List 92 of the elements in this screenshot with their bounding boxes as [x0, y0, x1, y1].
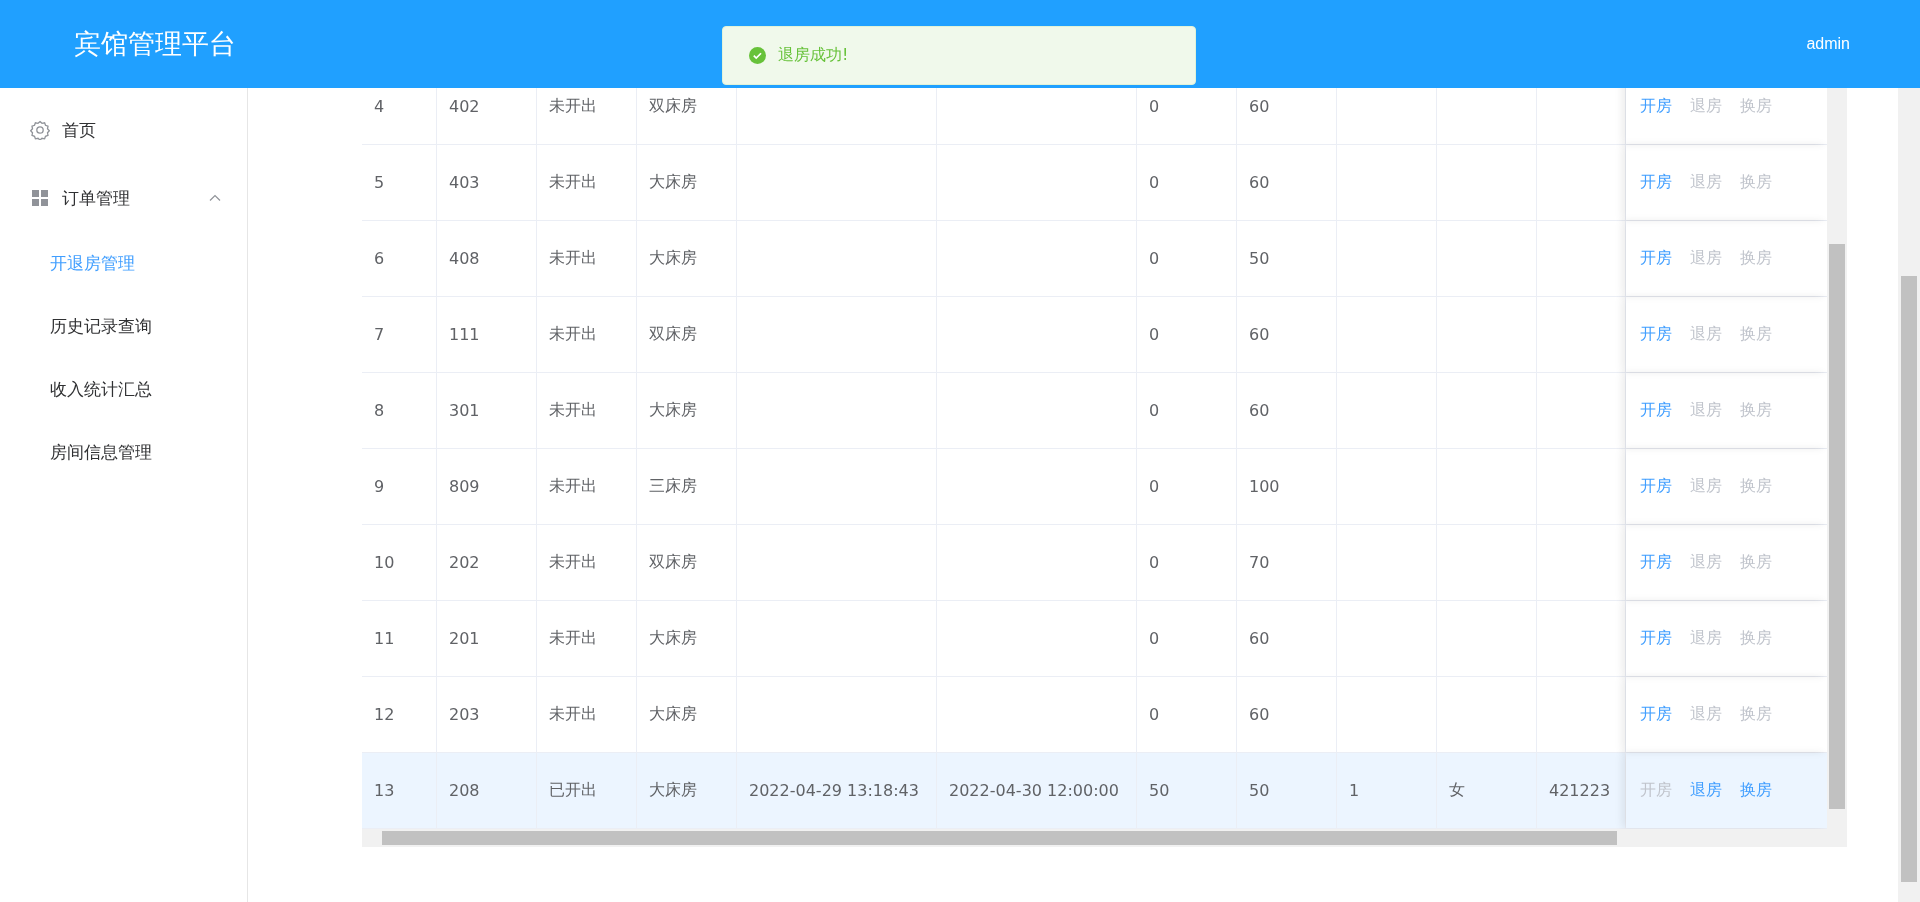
check-circle-icon [749, 47, 766, 64]
table-cell: 50 [1149, 781, 1170, 800]
table-cell: 9 [374, 477, 385, 496]
table-cell: 408 [449, 249, 480, 268]
caret-icon [209, 194, 221, 202]
table-cell: 大床房 [649, 780, 697, 801]
table-cell: 60 [1249, 325, 1270, 344]
table-cell: 60 [1249, 97, 1270, 116]
table-cell: 60 [1249, 705, 1270, 724]
table-cell: 已开出 [549, 780, 597, 801]
table-cell: 208 [449, 781, 480, 800]
action-link[interactable]: 开房 [1640, 552, 1672, 573]
table-cell: 13 [374, 781, 395, 800]
table-cell: 三床房 [649, 476, 697, 497]
table-cell: 8 [374, 401, 385, 420]
table-cell: 50 [1249, 249, 1270, 268]
table-cell: 202 [449, 553, 480, 572]
action-link[interactable]: 开房 [1640, 248, 1672, 269]
table-cell: 0 [1149, 173, 1160, 192]
table-cell: 未开出 [549, 172, 597, 193]
action-link[interactable]: 开房 [1640, 172, 1672, 193]
table-cell: 60 [1249, 629, 1270, 648]
table-cell: 大床房 [649, 628, 697, 649]
action-link[interactable]: 开房 [1640, 628, 1672, 649]
table-cell: 809 [449, 477, 480, 496]
table-cell: 60 [1249, 401, 1270, 420]
table-cell: 5 [374, 173, 385, 192]
app-title: 宾馆管理平台 [74, 27, 236, 61]
table-cell: 7 [374, 325, 385, 344]
table-cell: 双床房 [649, 324, 697, 345]
table-cell: 未开出 [549, 552, 597, 573]
action-link[interactable]: 开房 [1640, 476, 1672, 497]
menu-item[interactable]: 订单管理 [0, 164, 247, 232]
table-cell: 11 [374, 629, 395, 648]
submenu-item[interactable]: 收入统计汇总 [0, 358, 247, 421]
table-cell: 未开出 [549, 248, 597, 269]
table-cell: 0 [1149, 97, 1160, 116]
table-cell: 未开出 [549, 324, 597, 345]
table-cell: 大床房 [649, 248, 697, 269]
submenu-item[interactable]: 开退房管理 [0, 232, 247, 295]
table-cell: 0 [1149, 249, 1160, 268]
vertical-scrollbar[interactable] [1827, 88, 1847, 829]
action-link[interactable]: 换房 [1740, 780, 1772, 801]
table-cell: 2022-04-29 13:18:43 [749, 781, 919, 800]
table-cell: 10 [374, 553, 395, 572]
table-cell: 70 [1249, 553, 1270, 572]
table-cell: 0 [1149, 477, 1160, 496]
success-message: 退房成功! [722, 26, 1196, 85]
table-cell: 未开出 [549, 704, 597, 725]
table-cell: 421223 [1549, 781, 1611, 800]
table-cell: 1 [1349, 781, 1360, 800]
table-cell: 2022-04-30 12:00:00 [949, 781, 1119, 800]
action-link[interactable]: 开房 [1640, 324, 1672, 345]
table-cell: 大床房 [649, 400, 697, 421]
table-cell: 0 [1149, 401, 1160, 420]
action-link[interactable]: 退房 [1690, 780, 1722, 801]
gear-icon [30, 120, 50, 140]
table-cell: 201 [449, 629, 480, 648]
table-cell: 50 [1249, 781, 1270, 800]
page-scrollbar[interactable] [1898, 88, 1920, 902]
menu-item[interactable]: 首页 [0, 96, 247, 164]
user-name[interactable]: admin [1806, 35, 1850, 53]
table-cell: 未开出 [549, 476, 597, 497]
horizontal-scrollbar[interactable] [362, 829, 1847, 847]
table-cell: 203 [449, 705, 480, 724]
table-cell: 双床房 [649, 96, 697, 117]
action-link[interactable]: 开房 [1640, 704, 1672, 725]
table-cell: 6 [374, 249, 385, 268]
table-cell: 大床房 [649, 704, 697, 725]
action-link[interactable]: 开房 [1640, 96, 1672, 117]
table-cell: 大床房 [649, 172, 697, 193]
table-cell: 女 [1449, 780, 1465, 801]
table-cell: 402 [449, 97, 480, 116]
table-cell: 0 [1149, 705, 1160, 724]
table-cell: 0 [1149, 629, 1160, 648]
submenu-item[interactable]: 房间信息管理 [0, 421, 247, 484]
table-cell: 12 [374, 705, 395, 724]
submenu-item[interactable]: 历史记录查询 [0, 295, 247, 358]
table-cell: 100 [1249, 477, 1280, 496]
table-cell: 未开出 [549, 628, 597, 649]
table-cell: 0 [1149, 325, 1160, 344]
table-cell: 403 [449, 173, 480, 192]
table-cell: 双床房 [649, 552, 697, 573]
table-cell: 0 [1149, 553, 1160, 572]
grid-icon [30, 188, 50, 208]
action-link[interactable]: 开房 [1640, 400, 1672, 421]
table-cell: 111 [449, 325, 480, 344]
table-cell: 未开出 [549, 96, 597, 117]
table-cell: 4 [374, 97, 385, 116]
table-cell: 301 [449, 401, 480, 420]
table-cell: 未开出 [549, 400, 597, 421]
table-cell: 60 [1249, 173, 1270, 192]
